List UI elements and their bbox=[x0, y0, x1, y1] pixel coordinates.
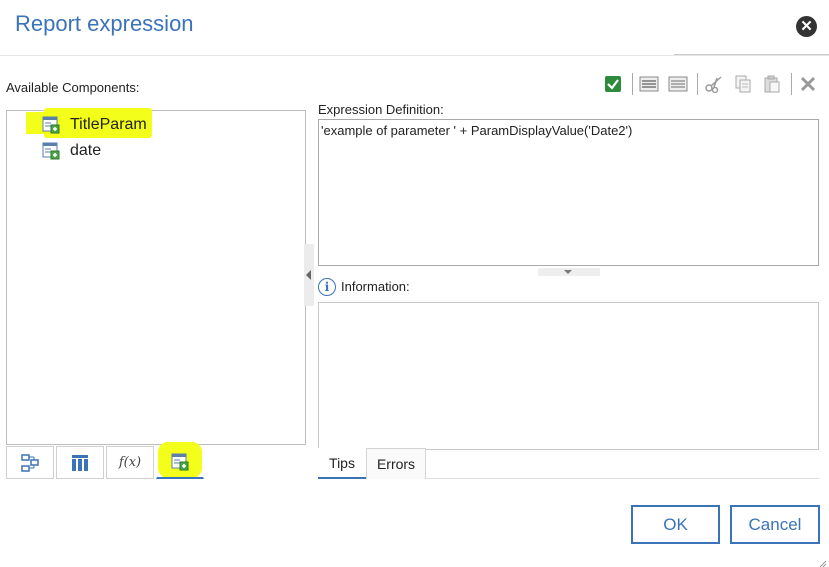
collapse-left-icon bbox=[306, 270, 311, 280]
copy-button[interactable] bbox=[730, 71, 756, 97]
tree-item-titleparam[interactable]: TitleParam bbox=[42, 113, 147, 137]
uncomment-lines-icon bbox=[668, 76, 688, 92]
expression-definition-label: Expression Definition: bbox=[318, 102, 444, 117]
toolbar-separator bbox=[632, 73, 633, 95]
check-icon bbox=[605, 76, 621, 92]
information-panel bbox=[318, 302, 819, 450]
information-label: Information: bbox=[341, 279, 410, 294]
expression-resize-handle[interactable] bbox=[538, 268, 600, 276]
dialog-title: Report expression bbox=[15, 11, 194, 36]
function-icon: f(x) bbox=[118, 455, 142, 470]
columns-tab[interactable] bbox=[56, 446, 104, 479]
comment-lines-icon bbox=[639, 76, 659, 92]
delete-button[interactable] bbox=[795, 71, 821, 97]
parameter-icon bbox=[42, 142, 60, 160]
toolbar-separator bbox=[791, 73, 792, 95]
validate-button[interactable] bbox=[600, 71, 626, 97]
tree-item-date[interactable]: date bbox=[42, 139, 101, 163]
cut-button[interactable] bbox=[701, 71, 727, 97]
resize-grip-icon[interactable] bbox=[817, 555, 827, 567]
tree-item-label: date bbox=[70, 142, 102, 159]
tree-item-label: TitleParam bbox=[70, 116, 147, 133]
paste-icon bbox=[764, 75, 780, 93]
x-icon bbox=[800, 76, 816, 92]
expression-definition-editor[interactable]: 'example of parameter ' + ParamDisplayVa… bbox=[318, 119, 819, 266]
cancel-button[interactable]: Cancel bbox=[730, 505, 820, 544]
panel-splitter[interactable] bbox=[304, 244, 314, 306]
available-components-label: Available Components: bbox=[6, 80, 140, 95]
parameters-tab[interactable] bbox=[156, 446, 204, 479]
header-divider-accent bbox=[674, 54, 829, 55]
data-items-tab[interactable] bbox=[6, 446, 54, 479]
columns-icon bbox=[72, 454, 88, 471]
parameter-icon bbox=[171, 453, 189, 471]
functions-tab[interactable]: f(x) bbox=[106, 446, 154, 479]
component-tabs: f(x) bbox=[6, 446, 306, 479]
chevron-down-icon bbox=[564, 270, 572, 274]
parameter-icon bbox=[42, 116, 60, 134]
scissors-icon bbox=[705, 76, 722, 93]
tab-tips[interactable]: Tips bbox=[318, 448, 366, 479]
paste-button[interactable] bbox=[759, 71, 785, 97]
close-icon[interactable]: ✕ bbox=[796, 16, 817, 37]
comment-button[interactable] bbox=[636, 71, 662, 97]
info-icon: i bbox=[318, 278, 336, 296]
uncomment-button[interactable] bbox=[665, 71, 691, 97]
expression-toolbar bbox=[600, 71, 824, 97]
toolbar-separator bbox=[697, 73, 698, 95]
tab-divider bbox=[426, 478, 819, 479]
tree-structure-icon bbox=[21, 453, 39, 472]
copy-icon bbox=[735, 75, 751, 93]
report-expression-dialog: Report expression ✕ Available Components… bbox=[0, 0, 829, 567]
tab-errors[interactable]: Errors bbox=[366, 448, 426, 479]
ok-button[interactable]: OK bbox=[631, 505, 720, 544]
header-divider bbox=[0, 55, 829, 56]
